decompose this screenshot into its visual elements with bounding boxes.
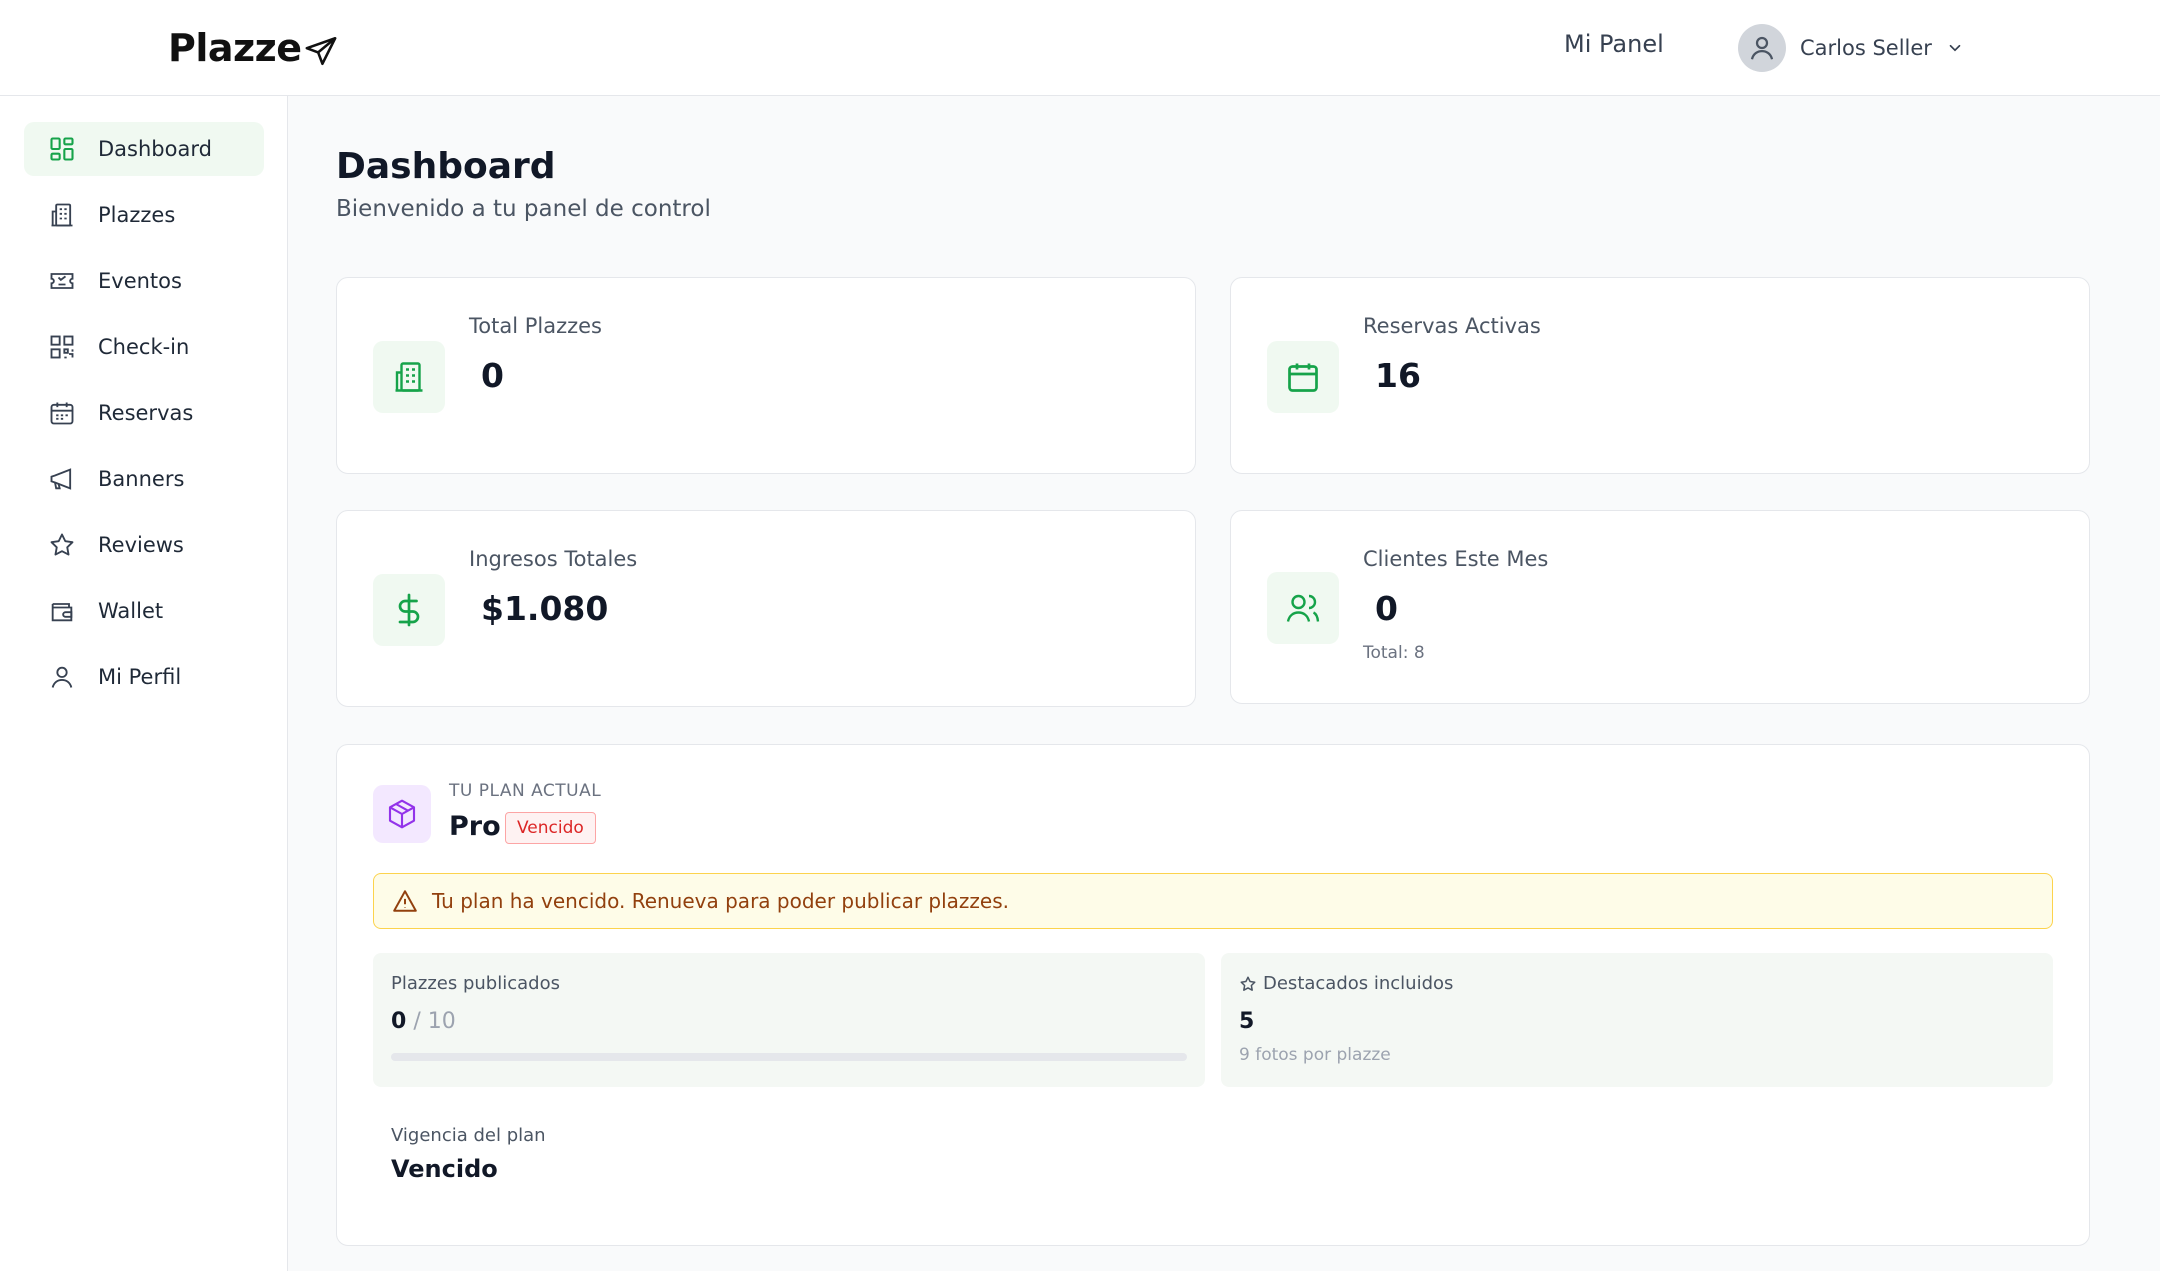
stat-card-clientes-este-mes: Clientes Este Mes 0 Total: 8 (1230, 510, 2090, 704)
star-icon (50, 533, 74, 556)
calendar-icon (50, 402, 74, 425)
sidebar-item-label: Check-in (98, 335, 190, 359)
sidebar-item-dashboard[interactable]: Dashboard (24, 122, 264, 176)
user-menu[interactable]: Carlos Seller (1738, 23, 1964, 73)
stat-note: Total: 8 (1363, 643, 1425, 663)
plan-icon-box (373, 785, 431, 843)
top-bar: Plazze Mi Panel Carlos Seller (0, 0, 2160, 96)
sidebar: Dashboard Plazzes Eventos Check-in Reser… (0, 96, 288, 1271)
sidebar-item-label: Dashboard (98, 137, 212, 161)
building-icon (395, 362, 423, 392)
stat-icon-box (1267, 341, 1339, 413)
package-icon (388, 799, 416, 829)
stat-value: 0 (1375, 589, 1398, 628)
plazzes-published-box: Plazzes publicados 0 / 10 (373, 953, 1205, 1087)
alert-text: Tu plan ha vencido. Renueva para poder p… (432, 889, 1010, 913)
plan-kicker: TU PLAN ACTUAL (449, 781, 602, 801)
star-icon (1240, 976, 1256, 991)
megaphone-icon (50, 468, 72, 490)
sidebar-item-wallet[interactable]: Wallet (24, 584, 264, 638)
stat-icon-box (373, 574, 445, 646)
stat-icon-box (373, 341, 445, 413)
building-icon (51, 203, 73, 227)
sidebar-item-label: Plazzes (98, 203, 176, 227)
stat-label: Ingresos Totales (469, 547, 638, 571)
stat-card-total-plazzes: Total Plazzes 0 (336, 277, 1196, 474)
stat-value: 0 (481, 356, 504, 395)
validity-label: Vigencia del plan (391, 1125, 546, 1146)
sidebar-item-eventos[interactable]: Eventos (24, 254, 264, 308)
page-title: Dashboard (336, 146, 556, 187)
sidebar-item-reservas[interactable]: Reservas (24, 386, 264, 440)
dollar-icon (398, 593, 420, 627)
sidebar-item-label: Reservas (98, 401, 194, 425)
sidebar-item-reviews[interactable]: Reviews (24, 518, 264, 572)
wallet-icon (51, 603, 73, 622)
warning-triangle-icon (393, 890, 417, 912)
published-label: Plazzes publicados (391, 973, 560, 994)
dashboard-grid-icon (50, 137, 74, 161)
stat-label: Total Plazzes (469, 314, 602, 338)
published-value: 0 / 10 (391, 1009, 456, 1034)
logo[interactable]: Plazze (168, 22, 338, 74)
user-name: Carlos Seller (1800, 36, 1932, 60)
user-icon (51, 666, 73, 688)
published-count: 0 (391, 1009, 407, 1034)
featured-count: 5 (1239, 1009, 1255, 1034)
plan-name: Pro (449, 811, 501, 842)
sidebar-item-check-in[interactable]: Check-in (24, 320, 264, 374)
featured-label: Destacados incluidos (1263, 973, 1454, 994)
plan-card: TU PLAN ACTUAL Pro Vencido Tu plan ha ve… (336, 744, 2090, 1246)
stat-label: Clientes Este Mes (1363, 547, 1549, 571)
status-badge: Vencido (505, 812, 596, 844)
featured-included-box: Destacados incluidos 5 9 fotos por plazz… (1221, 953, 2053, 1087)
stat-card-ingresos-totales: Ingresos Totales $1.080 (336, 510, 1196, 707)
calendar-icon (1288, 363, 1318, 392)
featured-value: 5 (1239, 1009, 1254, 1034)
sidebar-item-label: Mi Perfil (98, 665, 182, 689)
sidebar-item-label: Wallet (98, 599, 164, 623)
chevron-down-icon (1949, 44, 1961, 52)
plan-expired-alert: Tu plan ha vencido. Renueva para poder p… (373, 873, 2053, 929)
logo-text: Plazze (168, 26, 302, 70)
featured-label-row: Destacados incluidos (1239, 973, 1453, 994)
published-progress-bar (391, 1053, 1187, 1061)
stat-card-reservas-activas: Reservas Activas 16 (1230, 277, 2090, 474)
validity-value: Vencido (391, 1155, 498, 1183)
sidebar-item-plazzes[interactable]: Plazzes (24, 188, 264, 242)
nav-mi-panel[interactable]: Mi Panel (1564, 30, 1664, 58)
sidebar-item-label: Reviews (98, 533, 184, 557)
published-limit: / 10 (413, 1009, 456, 1034)
user-avatar-icon (1750, 36, 1774, 60)
page-subtitle: Bienvenido a tu panel de control (336, 196, 711, 222)
users-icon (1286, 594, 1320, 622)
featured-note: 9 fotos por plazze (1239, 1045, 1391, 1065)
stat-value: 16 (1375, 356, 1421, 395)
paper-plane-icon (305, 36, 336, 66)
sidebar-item-label: Eventos (98, 269, 182, 293)
avatar (1738, 24, 1786, 72)
stat-icon-box (1267, 572, 1339, 644)
qr-code-icon (50, 335, 74, 359)
stat-value: $1.080 (481, 589, 609, 628)
sidebar-item-label: Banners (98, 467, 185, 491)
stat-label: Reservas Activas (1363, 314, 1541, 338)
sidebar-item-banners[interactable]: Banners (24, 452, 264, 506)
ticket-icon (50, 273, 74, 289)
sidebar-item-mi-perfil[interactable]: Mi Perfil (24, 650, 264, 704)
